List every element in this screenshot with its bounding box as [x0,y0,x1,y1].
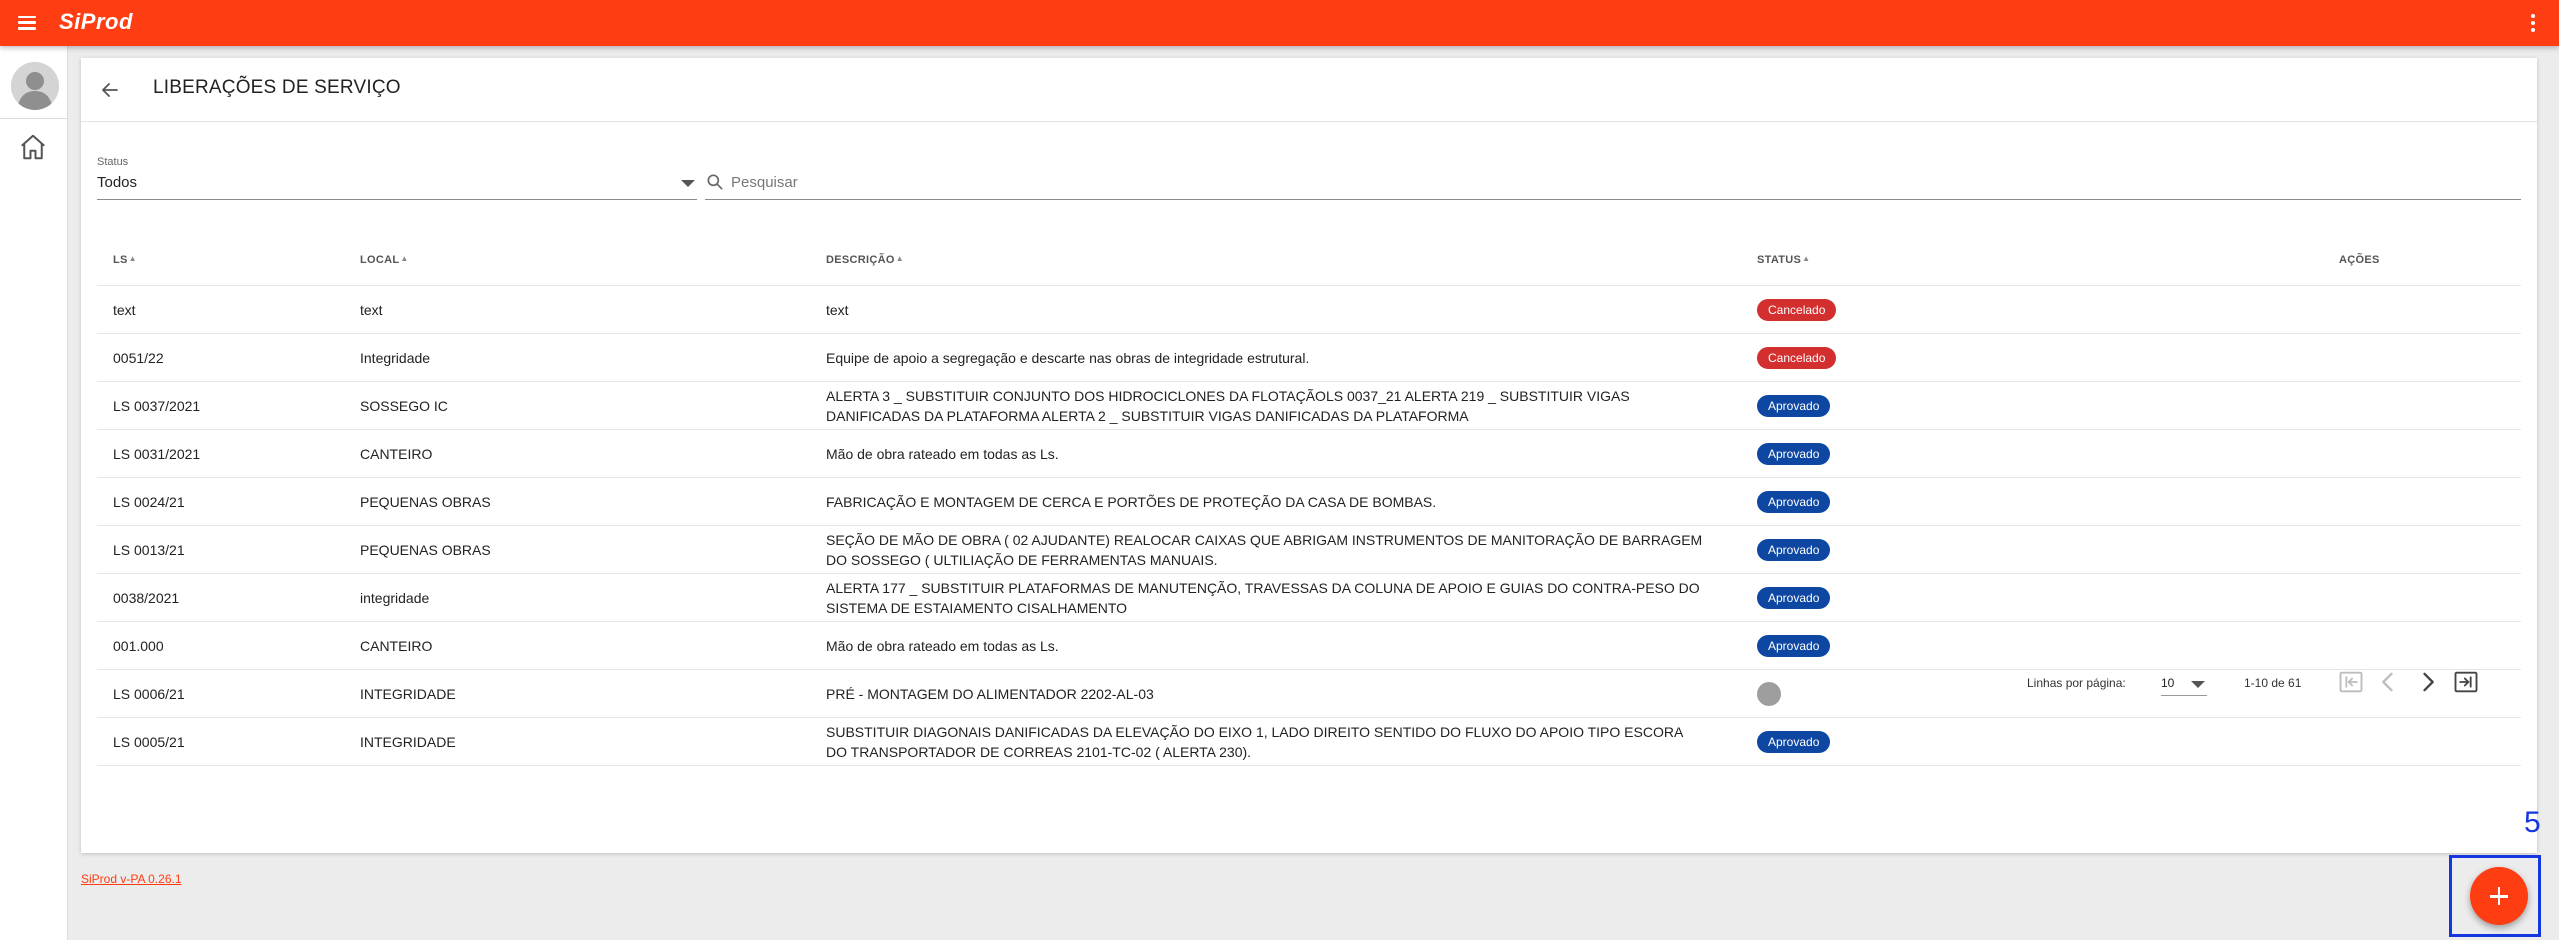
app-logo[interactable]: SiProd [59,9,133,35]
cell-local: integridade [360,590,430,606]
column-header-status-label: STATUS [1757,254,1802,266]
cell-local: INTEGRIDADE [360,734,456,750]
cell-ls: LS 0024/21 [113,494,185,510]
cell-local: Integridade [360,350,431,366]
top-app-bar: SiProd [0,0,2559,46]
status-filter-select[interactable]: Status Todos [97,156,697,200]
cell-descricao: SUBSTITUIR DIAGONAIS DANIFICADAS DA ELEV… [826,724,1683,760]
caret-down-icon [2191,681,2205,688]
cell-local: PEQUENAS OBRAS [360,494,491,510]
cell-descricao: text [826,302,849,318]
pagination-range: 1-10 de 61 [2244,676,2302,690]
cell-status: Aprovado [1757,478,1957,526]
pagination: Linhas por página: 10 1-10 de 61 [81,660,2505,712]
table-row[interactable]: LS 0037/2021 SOSSEGO IC ALERTA 3 _ SUBSTI… [97,382,2521,430]
column-header-descricao-label: DESCRIÇÃO [826,254,895,266]
cell-status: Aprovado [1757,526,1957,574]
status-badge: Aprovado [1757,587,1831,609]
cell-local: SOSSEGO IC [360,398,448,414]
column-header-local[interactable]: LOCAL▲ [360,254,409,266]
sort-icon: ▲ [400,254,409,263]
cell-local: text [360,302,383,318]
cell-local: CANTEIRO [360,446,433,462]
status-badge: Aprovado [1757,731,1831,753]
cell-ls: text [113,302,136,318]
table-row[interactable]: LS 0031/2021 CANTEIRO Mão de obra rateado … [97,430,2521,478]
more-vert-icon[interactable] [2523,11,2543,35]
search-icon [707,174,723,190]
cell-status: Cancelado [1757,334,1957,382]
column-header-local-label: LOCAL [360,254,400,266]
sort-icon: ▲ [128,254,137,263]
cell-status: Aprovado [1757,718,1957,766]
last-page-icon[interactable] [2452,668,2480,696]
status-badge: Cancelado [1757,347,1837,369]
menu-icon[interactable] [16,12,38,34]
cell-ls: LS 0031/2021 [113,446,201,462]
cell-ls: 0051/22 [113,350,164,366]
page-title: LIBERAÇÕES DE SERVIÇO [153,77,401,98]
prev-page-icon[interactable] [2374,668,2402,696]
caret-down-icon [681,180,695,187]
cell-ls: LS 0037/2021 [113,398,201,414]
page-header: LIBERAÇÕES DE SERVIÇO [81,58,2537,122]
table-row[interactable]: 0051/22 Integridade Equipe de apoio a segr… [97,334,2521,382]
status-badge: Aprovado [1757,539,1831,561]
cell-status: Aprovado [1757,574,1957,622]
cell-descricao: ALERTA 3 _ SUBSTITUIR CONJUNTO DOS HIDRO… [826,388,1630,424]
table-row[interactable]: LS 0005/21 INTEGRIDADE SUBSTITUIR DIAGONAI… [97,718,2521,766]
sort-icon: ▲ [895,254,904,263]
cell-descricao: ALERTA 177 _ SUBSTITUIR PLATAFORMAS DE M… [826,580,1700,616]
cell-ls: LS 0005/21 [113,734,185,750]
table-header: LS▲ LOCAL▲ DESCRIÇÃO▲ STATUS▲ AÇÕES [97,234,2521,286]
cell-ls: 0038/2021 [113,590,180,606]
home-icon[interactable] [18,132,48,162]
status-badge: Aprovado [1757,635,1831,657]
status-badge: Aprovado [1757,443,1831,465]
cell-ls: LS 0013/21 [113,542,185,558]
rows-per-page-select[interactable]: 10 [2161,668,2207,696]
column-header-acoes: AÇÕES [2339,254,2380,266]
cell-local: PEQUENAS OBRAS [360,542,491,558]
nav-divider [0,118,68,119]
sort-icon: ▲ [1802,254,1811,263]
table-row[interactable]: LS 0013/21 PEQUENAS OBRAS SEÇÃO DE MÃO DE … [97,526,2521,574]
add-button[interactable] [2470,867,2528,925]
search-input[interactable] [731,168,2511,196]
cell-status: Aprovado [1757,430,1957,478]
table-row[interactable]: LS 0024/21 PEQUENAS OBRAS FABRICAÇÃO E MON… [97,478,2521,526]
main-card: LIBERAÇÕES DE SERVIÇO Status Todos LS▲ L… [81,58,2537,853]
status-badge: Aprovado [1757,491,1831,513]
search-box [705,166,2521,200]
cell-status: Cancelado [1757,286,1957,334]
cell-status: Aprovado [1757,382,1957,430]
column-header-ls[interactable]: LS▲ [113,254,137,266]
column-header-ls-label: LS [113,254,128,266]
status-filter-label: Status [97,156,129,168]
rows-per-page-label: Linhas por página: [2027,676,2126,690]
next-page-icon[interactable] [2414,668,2442,696]
table-row[interactable]: 0038/2021 integridade ALERTA 177 _ SUBSTIT… [97,574,2521,622]
status-badge: Aprovado [1757,395,1831,417]
cell-descricao: SEÇÃO DE MÃO DE OBRA ( 02 AJUDANTE) REAL… [826,532,1703,568]
table-row[interactable]: text text text Cancelado [97,286,2521,334]
back-arrow-icon[interactable] [97,78,123,102]
version-link[interactable]: SiProd v-PA 0.26.1 [81,872,182,886]
status-filter-value: Todos [97,174,138,191]
column-header-status[interactable]: STATUS▲ [1757,254,1810,266]
column-header-descricao[interactable]: DESCRIÇÃO▲ [826,254,904,266]
side-nav [0,46,68,940]
cell-descricao: FABRICAÇÃO E MONTAGEM DE CERCA E PORTÕES… [826,494,1437,510]
highlight-label: 5 [2524,806,2541,839]
first-page-icon[interactable] [2337,668,2365,696]
avatar-icon[interactable] [11,62,59,110]
cell-descricao: Mão de obra rateado em todas as Ls. [826,446,1059,462]
status-badge: Cancelado [1757,299,1837,321]
cell-descricao: Equipe de apoio a segregação e descarte … [826,350,1310,366]
rows-per-page-value: 10 [2161,676,2175,690]
